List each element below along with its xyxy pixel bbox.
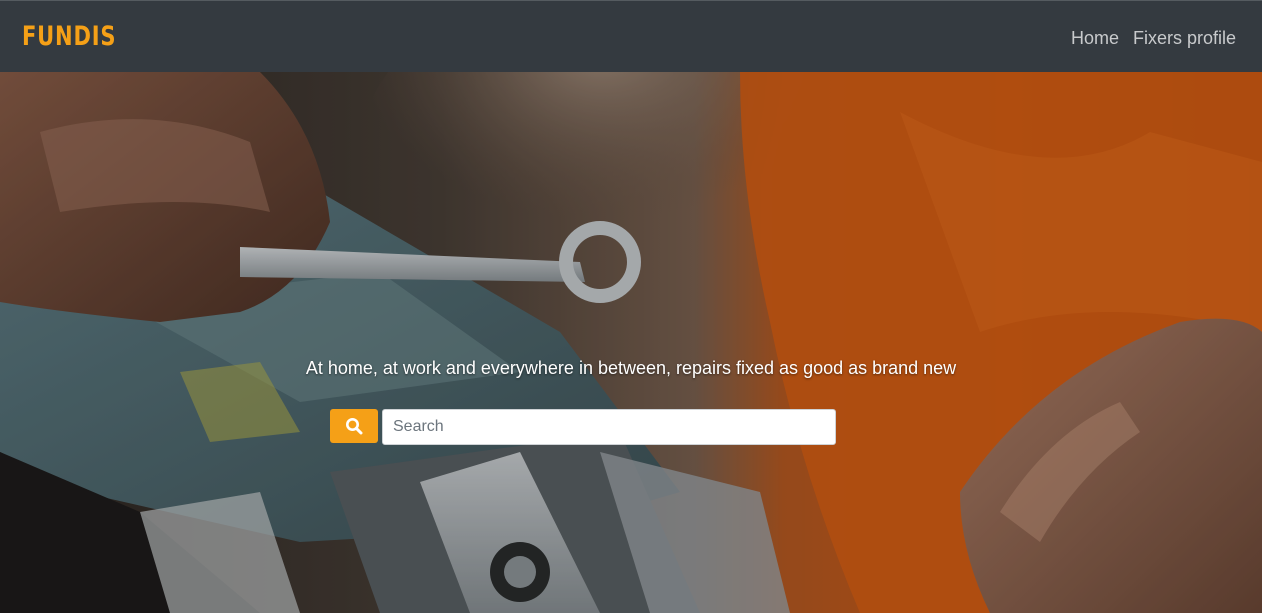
search-bar: [330, 409, 836, 445]
nav-links: Home Fixers profile: [1071, 26, 1236, 50]
page: FUNDIS Home Fixers profile At home, at w…: [0, 0, 1262, 613]
hero-tagline: At home, at work and everywhere in betwe…: [305, 358, 957, 378]
hero-background-image: [0, 72, 1262, 613]
search-input[interactable]: [382, 409, 836, 445]
top-navbar: FUNDIS Home Fixers profile: [0, 0, 1262, 72]
nav-link-home[interactable]: Home: [1071, 26, 1119, 50]
hero-section: At home, at work and everywhere in betwe…: [0, 72, 1262, 613]
brand-logo[interactable]: FUNDIS: [22, 19, 116, 55]
search-button[interactable]: [330, 409, 378, 443]
nav-link-fixers-profile[interactable]: Fixers profile: [1133, 26, 1236, 50]
search-icon: [346, 418, 363, 435]
